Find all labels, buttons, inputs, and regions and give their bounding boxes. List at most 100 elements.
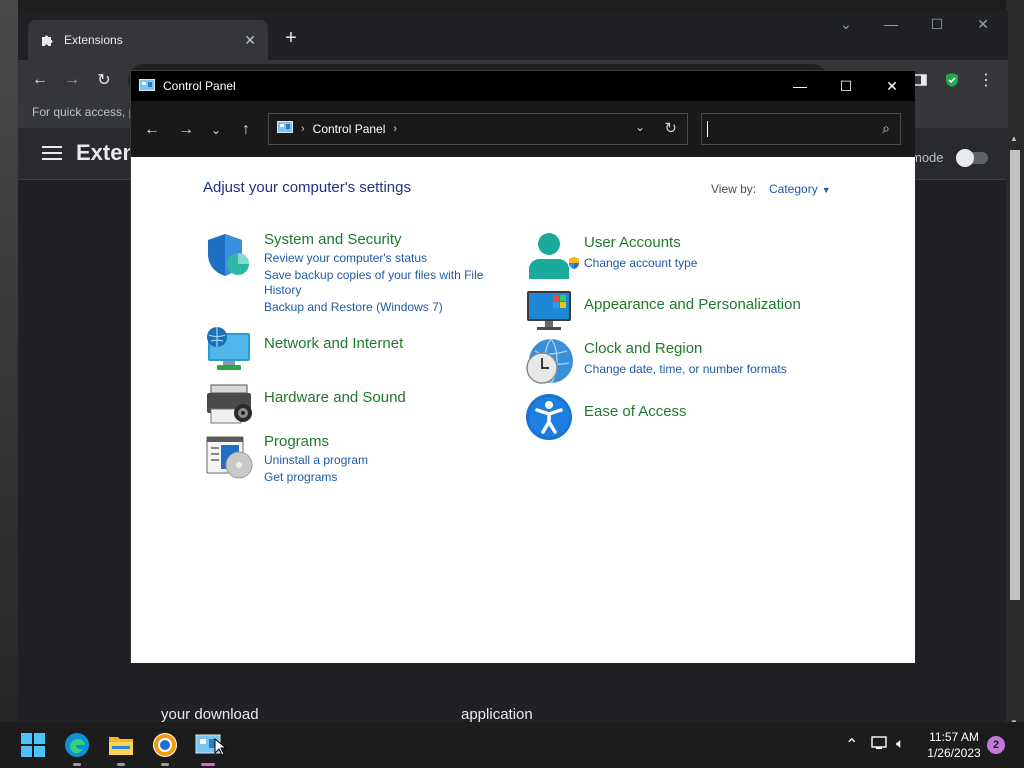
clock-date: 1/26/2023	[927, 746, 981, 760]
avg-shield-icon[interactable]	[940, 68, 964, 92]
shield-icon[interactable]	[205, 231, 253, 279]
back-arrow-icon[interactable]: ←	[28, 68, 52, 92]
back-arrow-icon[interactable]: ←	[141, 119, 163, 141]
browser-close-button[interactable]: ✕	[960, 16, 1006, 33]
control-panel-titlebar[interactable]: Control Panel — ☐ ✕	[131, 71, 915, 101]
view-by-value[interactable]: Category	[769, 182, 818, 196]
category-hardware-sound: Hardware and Sound	[205, 379, 505, 427]
maximize-button[interactable]: ☐	[823, 71, 869, 101]
backup-restore-link[interactable]: Backup and Restore (Windows 7)	[264, 300, 443, 314]
running-indicator	[73, 763, 81, 766]
clock-time: 11:57 AM	[929, 730, 979, 744]
breadcrumb-chevron-icon[interactable]: ›	[393, 123, 397, 135]
edge-icon	[65, 733, 89, 757]
extensions-page-title: Exten	[76, 140, 136, 165]
file-explorer-taskbar-button[interactable]	[106, 730, 136, 766]
desktop-wallpaper-left	[0, 0, 18, 722]
accessibility-icon[interactable]	[525, 393, 573, 441]
minimize-button[interactable]: —	[777, 71, 823, 101]
running-indicator	[161, 763, 169, 766]
category-title[interactable]: User Accounts	[584, 234, 681, 251]
developer-mode-toggle[interactable]	[956, 149, 988, 167]
tab-search-icon[interactable]: ⌄	[823, 16, 869, 33]
folder-icon	[109, 737, 133, 755]
navigation-bar: ← → ⌄ ↑ › Control Panel › ⌄ ↻ ⌕	[131, 101, 915, 157]
file-history-link[interactable]: Save backup copies of your files with Fi…	[264, 268, 483, 282]
text-caret	[707, 121, 708, 137]
puzzle-icon	[40, 33, 54, 47]
close-button[interactable]: ✕	[869, 71, 915, 101]
hamburger-menu-icon[interactable]	[42, 142, 62, 166]
browser-bottom-text-left: your download	[161, 706, 259, 723]
network-icon[interactable]	[871, 735, 889, 754]
running-indicator	[117, 763, 125, 766]
volume-icon[interactable]: 🔈︎	[896, 735, 904, 752]
search-input[interactable]: ⌕	[701, 113, 901, 145]
windows-logo-icon	[21, 733, 45, 757]
start-button[interactable]	[18, 730, 48, 760]
printer-icon[interactable]	[205, 379, 253, 427]
change-date-time-link[interactable]: Change date, time, or number formats	[584, 362, 787, 376]
category-programs: Programs Uninstall a program Get program…	[205, 433, 505, 493]
category-title[interactable]: Programs	[264, 433, 329, 450]
avg-browser-icon	[153, 733, 177, 757]
browser-tab-extensions[interactable]: Extensions ✕	[28, 20, 268, 60]
mouse-cursor-icon	[214, 738, 226, 756]
control-panel-small-icon	[277, 120, 293, 138]
avg-browser-taskbar-button[interactable]	[150, 730, 180, 766]
new-tab-button[interactable]: +	[277, 24, 305, 52]
monitor-personalization-icon[interactable]	[525, 287, 573, 335]
scrollbar-thumb[interactable]	[1010, 150, 1020, 600]
close-tab-icon[interactable]: ✕	[244, 32, 256, 49]
reload-icon[interactable]: ↻	[92, 68, 116, 92]
recent-locations-icon[interactable]: ⌄	[205, 119, 227, 141]
active-indicator	[201, 763, 215, 766]
search-icon[interactable]: ⌕	[882, 120, 890, 137]
up-arrow-icon[interactable]: ↑	[235, 119, 257, 141]
category-title[interactable]: Appearance and Personalization	[584, 296, 801, 313]
browser-tab-title: Extensions	[64, 33, 123, 47]
category-title[interactable]: Ease of Access	[584, 403, 687, 420]
category-network-internet: Network and Internet	[205, 325, 505, 373]
scroll-up-icon[interactable]: ▲	[1010, 134, 1018, 143]
change-account-type-text[interactable]: Change account type	[584, 256, 697, 270]
review-status-link[interactable]: Review your computer's status	[264, 251, 427, 265]
clock[interactable]: 11:57 AM 1/26/2023	[920, 729, 988, 761]
refresh-icon[interactable]: ↻	[664, 119, 677, 137]
address-dropdown-icon[interactable]: ⌄	[635, 120, 645, 134]
browser-tabstrip: Extensions ✕ + ⌄ — ☐ ✕	[18, 10, 1008, 60]
category-system-security: System and Security Review your computer…	[205, 231, 505, 321]
breadcrumb-separator-icon: ›	[301, 123, 305, 135]
view-by-dropdown[interactable]: Category ▼	[769, 182, 831, 196]
desktop-background	[0, 0, 1024, 10]
notification-badge[interactable]: 2	[987, 736, 1005, 754]
clock-globe-icon[interactable]	[525, 337, 573, 385]
browser-minimize-button[interactable]: —	[868, 16, 914, 32]
get-programs-link[interactable]: Get programs	[264, 470, 337, 484]
category-clock-region: Clock and Region Change date, time, or n…	[525, 337, 845, 389]
globe-monitor-icon[interactable]	[205, 325, 253, 373]
address-bar[interactable]: › Control Panel › ⌄ ↻	[268, 113, 688, 145]
file-history-link-continued[interactable]: History	[264, 283, 301, 297]
category-title[interactable]: System and Security	[264, 231, 402, 248]
view-by-label: View by:	[711, 182, 757, 196]
forward-arrow-icon[interactable]: →	[175, 119, 197, 141]
forward-arrow-icon[interactable]: →	[60, 68, 84, 92]
category-title[interactable]: Hardware and Sound	[264, 389, 406, 406]
control-panel-window: Control Panel — ☐ ✕ ← → ⌄ ↑ › Control Pa…	[130, 70, 915, 663]
breadcrumb-control-panel[interactable]: Control Panel	[313, 122, 386, 136]
browser-maximize-button[interactable]: ☐	[914, 16, 960, 33]
category-title[interactable]: Clock and Region	[584, 340, 702, 357]
user-icon[interactable]	[525, 231, 573, 279]
change-account-type-link[interactable]: Change account type	[569, 256, 697, 270]
edge-taskbar-button[interactable]	[62, 730, 92, 766]
category-title[interactable]: Network and Internet	[264, 335, 403, 352]
menu-dots-icon[interactable]: ⋮	[974, 68, 998, 92]
category-user-accounts: User Accounts Change account type	[525, 231, 825, 279]
programs-icon[interactable]	[205, 433, 253, 481]
uninstall-program-link[interactable]: Uninstall a program	[264, 453, 368, 467]
page-heading: Adjust your computer's settings	[203, 179, 411, 196]
browser-scrollbar[interactable]: ▲ ▼	[1006, 128, 1024, 732]
chevron-up-icon[interactable]: ⌃	[845, 735, 858, 755]
caret-down-icon[interactable]: ▼	[822, 185, 831, 195]
